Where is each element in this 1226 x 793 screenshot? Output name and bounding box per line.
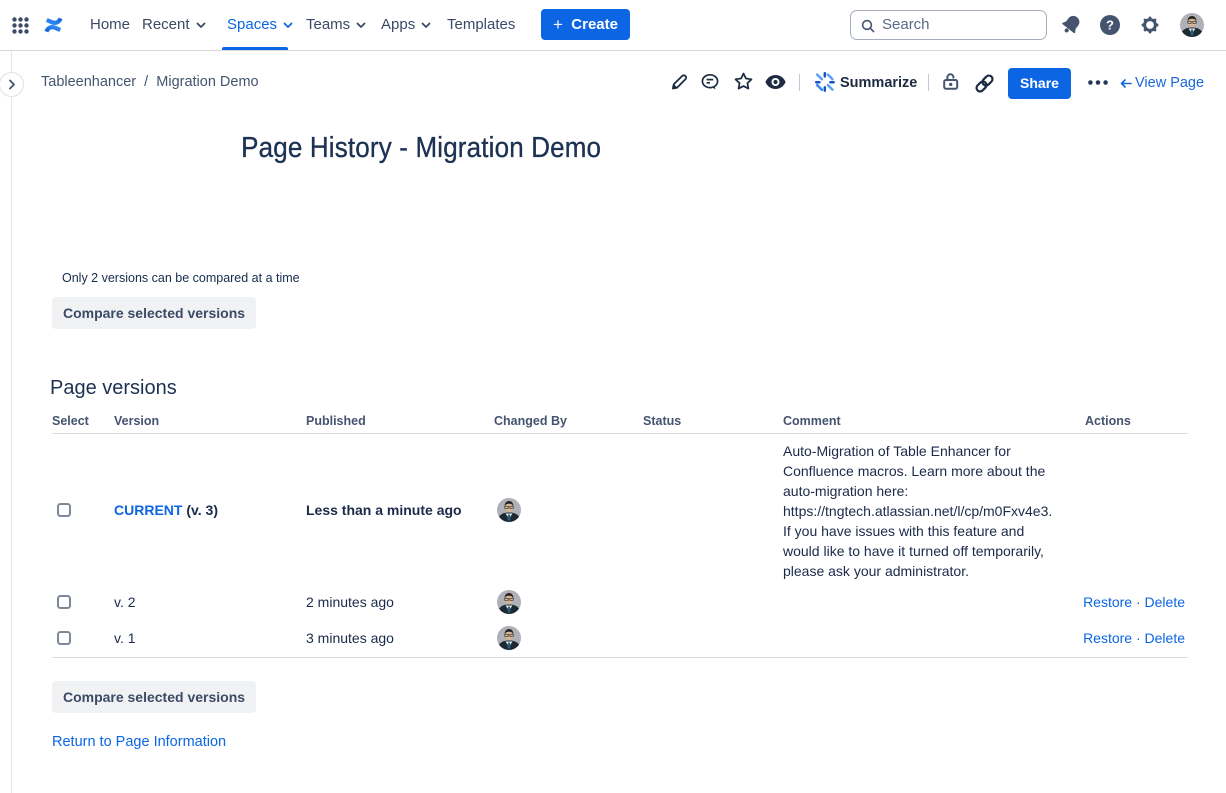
svg-text:?: ? <box>1106 18 1114 33</box>
